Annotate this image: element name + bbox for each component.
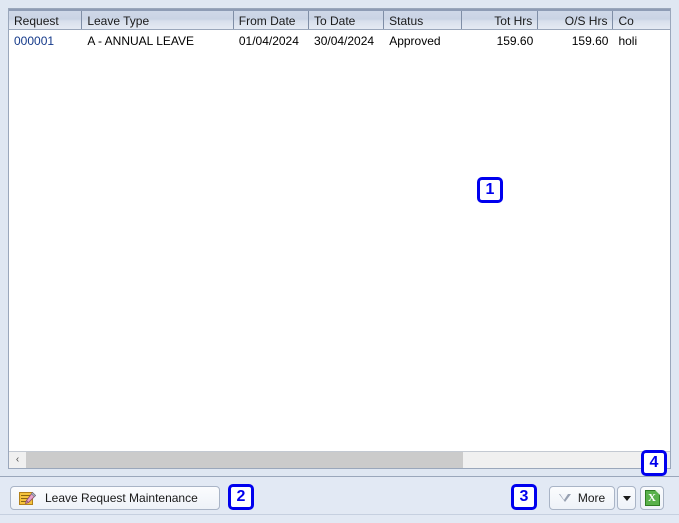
- note-pencil-icon: [19, 491, 36, 506]
- annotation-marker-4: 4: [641, 450, 667, 476]
- column-header-to-date[interactable]: To Date: [309, 11, 385, 29]
- excel-export-icon: X: [644, 490, 660, 506]
- more-button-label: More: [577, 491, 606, 505]
- grid-body: 000001 A - ANNUAL LEAVE 01/04/2024 30/04…: [9, 32, 670, 451]
- scroll-left-icon[interactable]: ‹: [9, 452, 26, 468]
- triangle-down-outline-icon: [558, 494, 572, 502]
- horizontal-scrollbar[interactable]: ‹: [9, 451, 670, 468]
- bottom-toolbar: Leave Request Maintenance More X: [0, 476, 679, 523]
- column-header-from-date[interactable]: From Date: [234, 11, 309, 29]
- scrollbar-thumb[interactable]: [26, 452, 463, 468]
- more-button[interactable]: More: [549, 486, 615, 510]
- annotation-marker-1: 1: [477, 177, 503, 203]
- cell-to-date: 30/04/2024: [314, 34, 375, 48]
- more-dropdown-button[interactable]: [617, 486, 636, 510]
- cell-from-date: 01/04/2024: [238, 34, 299, 48]
- column-header-tot-hrs[interactable]: Tot Hrs: [462, 11, 539, 29]
- export-to-excel-button[interactable]: X: [640, 486, 664, 510]
- annotation-marker-2: 2: [228, 484, 254, 510]
- cell-leave-type: A - ANNUAL LEAVE: [87, 34, 195, 48]
- leave-request-maintenance-label: Leave Request Maintenance: [45, 491, 198, 505]
- chevron-down-icon: [622, 495, 631, 501]
- scrollbar-track[interactable]: [26, 452, 670, 468]
- application-window: Request Leave Type From Date To Date Sta…: [0, 0, 679, 523]
- column-header-comment[interactable]: Co: [613, 11, 670, 29]
- column-header-leave-type[interactable]: Leave Type: [82, 11, 234, 29]
- cell-request[interactable]: 000001: [9, 32, 82, 51]
- leave-requests-grid: Request Leave Type From Date To Date Sta…: [8, 8, 671, 469]
- cell-os-hrs: 159.60: [571, 34, 609, 48]
- excel-glyph: X: [648, 492, 656, 504]
- annotation-marker-3: 3: [511, 484, 537, 510]
- leave-request-maintenance-button[interactable]: Leave Request Maintenance: [10, 486, 220, 510]
- column-header-os-hrs[interactable]: O/S Hrs: [538, 11, 614, 29]
- column-header-status[interactable]: Status: [384, 11, 463, 29]
- cell-tot-hrs: 159.60: [496, 34, 534, 48]
- table-row[interactable]: 000001 A - ANNUAL LEAVE 01/04/2024 30/04…: [9, 32, 670, 51]
- grid-header-row: Request Leave Type From Date To Date Sta…: [9, 9, 670, 30]
- column-header-request[interactable]: Request: [9, 11, 83, 29]
- cell-comment: holi: [618, 34, 638, 48]
- cell-status: Approved: [389, 34, 441, 48]
